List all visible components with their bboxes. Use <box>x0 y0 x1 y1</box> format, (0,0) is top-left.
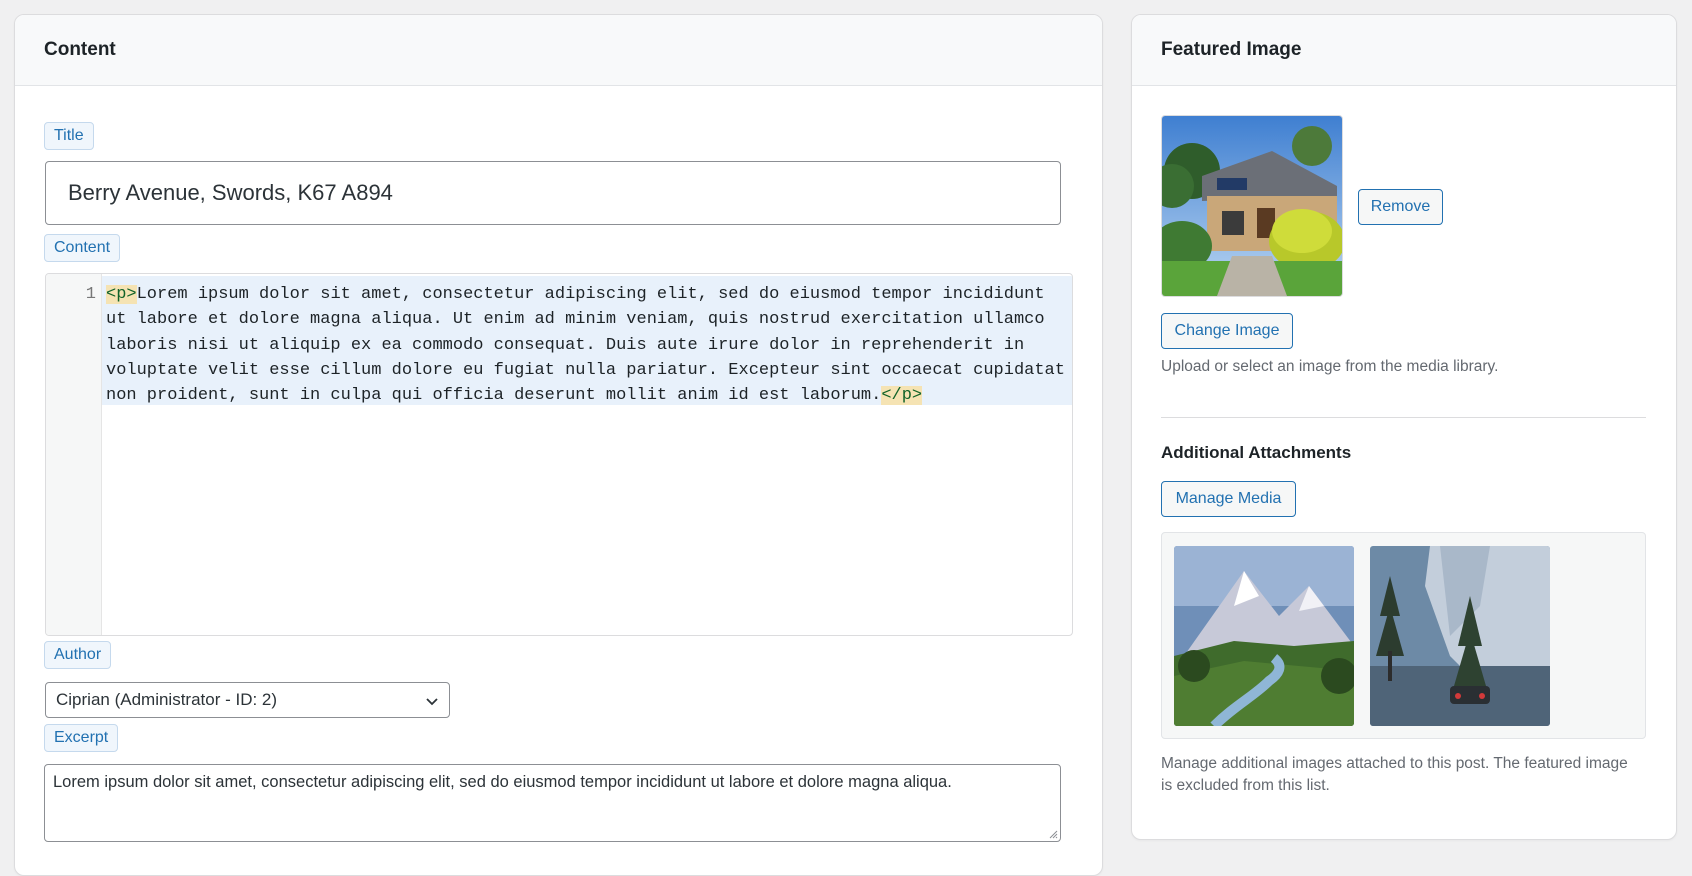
excerpt-label: Excerpt <box>44 724 119 752</box>
attachments-heading: Additional Attachments <box>1161 443 1352 462</box>
house-photo <box>1162 116 1342 296</box>
open-tag: <p> <box>106 285 137 304</box>
content-card: Content Title Berry Avenue, Swords, K67 … <box>14 14 1103 876</box>
manage-media-button[interactable]: Manage Media <box>1161 481 1296 517</box>
code-editor[interactable]: 1 <p>Lorem ipsum dolor sit amet, consect… <box>45 273 1073 636</box>
attachments-gallery <box>1161 532 1646 739</box>
title-label: Title <box>44 122 94 150</box>
mountain-painting <box>1174 546 1354 726</box>
change-image-button[interactable]: Change Image <box>1161 313 1293 349</box>
title-value: Berry Avenue, Swords, K67 A894 <box>68 180 393 205</box>
excerpt-textarea[interactable]: Lorem ipsum dolor sit amet, consectetur … <box>44 764 1061 842</box>
editor-gutter: 1 <box>46 274 102 635</box>
resize-handle-icon[interactable] <box>1048 829 1058 839</box>
featured-image-help: Upload or select an image from the media… <box>1161 358 1499 375</box>
excerpt-value: Lorem ipsum dolor sit amet, consectetur … <box>53 773 952 791</box>
attachments-help: Manage additional images attached to thi… <box>1161 755 1628 794</box>
attachment-thumbnail[interactable] <box>1370 546 1550 726</box>
content-label: Content <box>44 234 121 262</box>
section-divider <box>1161 417 1646 418</box>
title-input[interactable]: Berry Avenue, Swords, K67 A894 <box>45 161 1061 225</box>
author-select[interactable]: Ciprian (Administrator - ID: 2) <box>45 682 450 718</box>
author-selected-value: Ciprian (Administrator - ID: 2) <box>56 690 278 709</box>
featured-image-thumbnail <box>1161 115 1343 297</box>
featured-image-heading: Featured Image <box>1132 15 1676 86</box>
attachment-thumbnail[interactable] <box>1174 546 1354 726</box>
chevron-down-icon <box>426 698 438 706</box>
forest-painting <box>1370 546 1550 726</box>
featured-image-card: Featured Image Remove Change Image Uploa… <box>1131 14 1677 840</box>
author-label: Author <box>44 641 112 669</box>
remove-button[interactable]: Remove <box>1358 189 1443 225</box>
line-number: 1 <box>85 285 96 304</box>
content-card-heading: Content <box>15 15 1102 86</box>
editor-code[interactable]: <p>Lorem ipsum dolor sit amet, consectet… <box>106 282 1066 408</box>
close-tag: </p> <box>881 386 923 406</box>
